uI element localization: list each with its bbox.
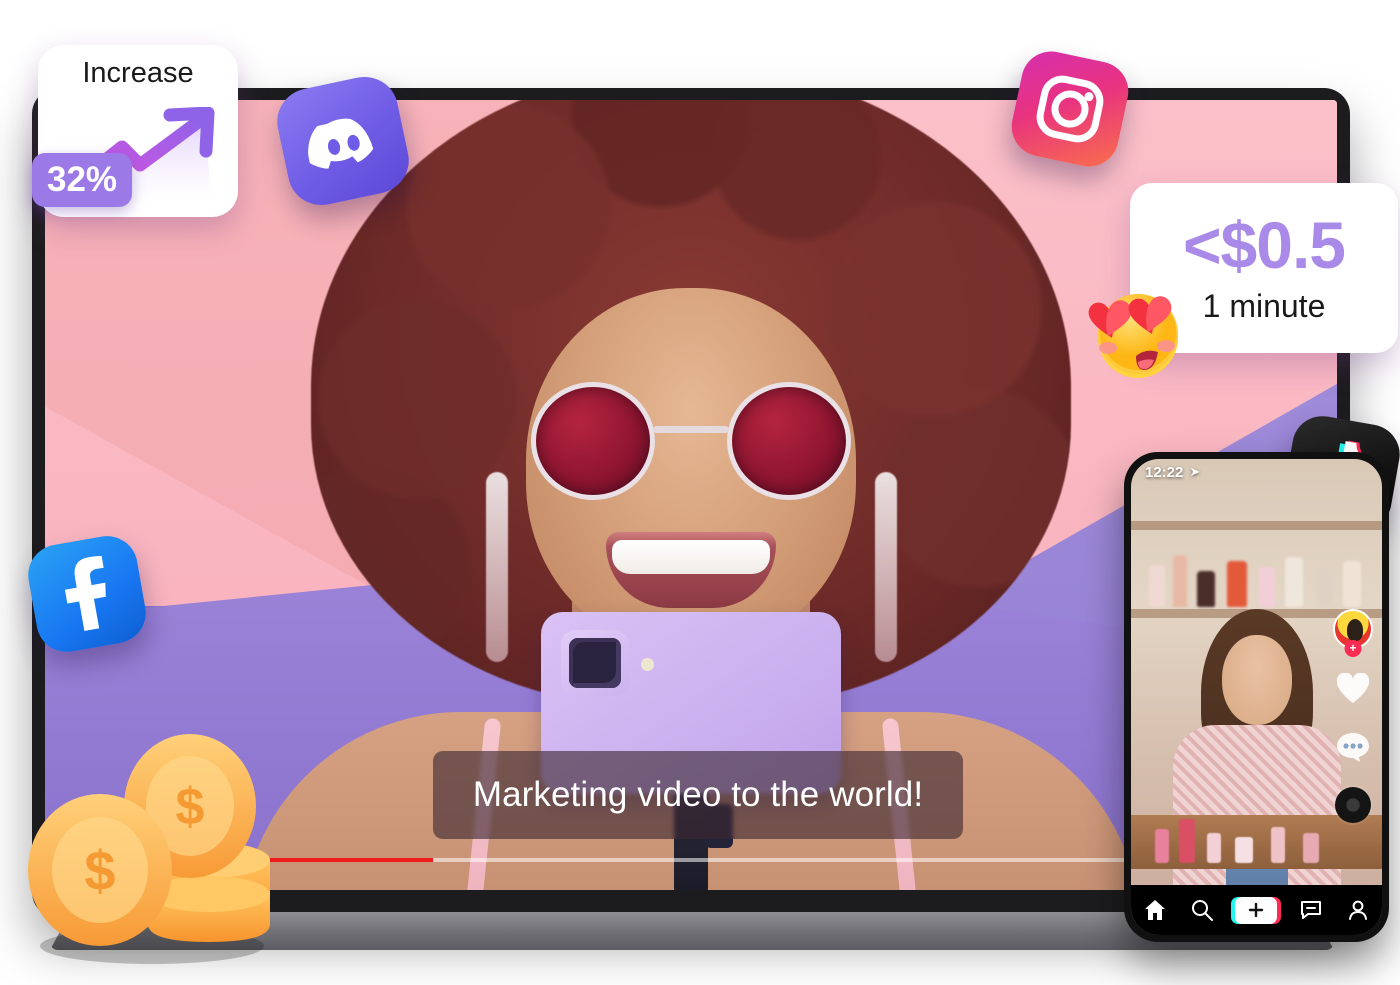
tiktok-phone-mockup: 12:22 ➤ + — [1124, 452, 1389, 942]
increase-card-title: Increase — [82, 57, 194, 89]
video-caption-text: Marketing video to the world! — [472, 775, 924, 814]
follow-plus-badge[interactable]: + — [1344, 640, 1362, 657]
status-time: 12:22 — [1145, 463, 1184, 481]
music-disc-icon[interactable] — [1335, 787, 1371, 823]
price-duration: 1 minute — [1202, 287, 1326, 324]
facebook-icon[interactable] — [23, 531, 151, 657]
sunglasses — [531, 382, 851, 502]
heart-eyes-emoji — [1088, 294, 1178, 378]
video-caption-bar: Marketing video to the world! — [433, 751, 963, 839]
sunglass-bridge — [653, 426, 729, 433]
home-icon[interactable] — [1141, 896, 1169, 924]
sunglass-lens-right — [727, 382, 851, 500]
subject-teeth — [612, 540, 770, 574]
increase-card: Increase 32% — [32, 45, 238, 217]
sunglass-lens-left — [531, 382, 655, 500]
svg-text:$: $ — [176, 778, 205, 836]
promo-composition: Marketing video to the world! Increase 3… — [0, 0, 1400, 985]
product-bottles — [1131, 529, 1382, 607]
earring-right — [875, 472, 897, 662]
create-icon[interactable] — [1231, 896, 1282, 924]
like-heart-icon[interactable] — [1335, 671, 1371, 707]
tiktok-bottom-nav — [1131, 885, 1382, 935]
increase-percentage-badge: 32% — [32, 153, 133, 207]
price-value: <$0.5 — [1183, 207, 1346, 282]
gold-coins-icon: $ $ — [28, 734, 270, 964]
location-arrow-icon: ➤ — [1189, 464, 1201, 479]
phone-camera-module — [561, 630, 629, 696]
svg-text:$: $ — [84, 839, 115, 902]
instagram-glyph — [1036, 75, 1104, 143]
creator-face — [1221, 635, 1292, 725]
search-icon[interactable] — [1188, 896, 1216, 924]
tiktok-phone-screen: 12:22 ➤ + — [1131, 459, 1382, 935]
phone-status-bar: 12:22 ➤ — [1131, 459, 1382, 485]
avatar[interactable]: + — [1333, 609, 1373, 657]
tiktok-creator — [1172, 609, 1341, 935]
facebook-glyph — [64, 555, 106, 632]
tiktok-side-actions: + — [1330, 609, 1376, 823]
discord-glyph — [308, 118, 374, 169]
comment-bubble-icon[interactable] — [1335, 729, 1371, 765]
inbox-icon[interactable] — [1297, 896, 1325, 924]
earring-left — [486, 472, 508, 662]
profile-icon[interactable] — [1344, 896, 1372, 924]
phone-flash — [641, 658, 654, 671]
